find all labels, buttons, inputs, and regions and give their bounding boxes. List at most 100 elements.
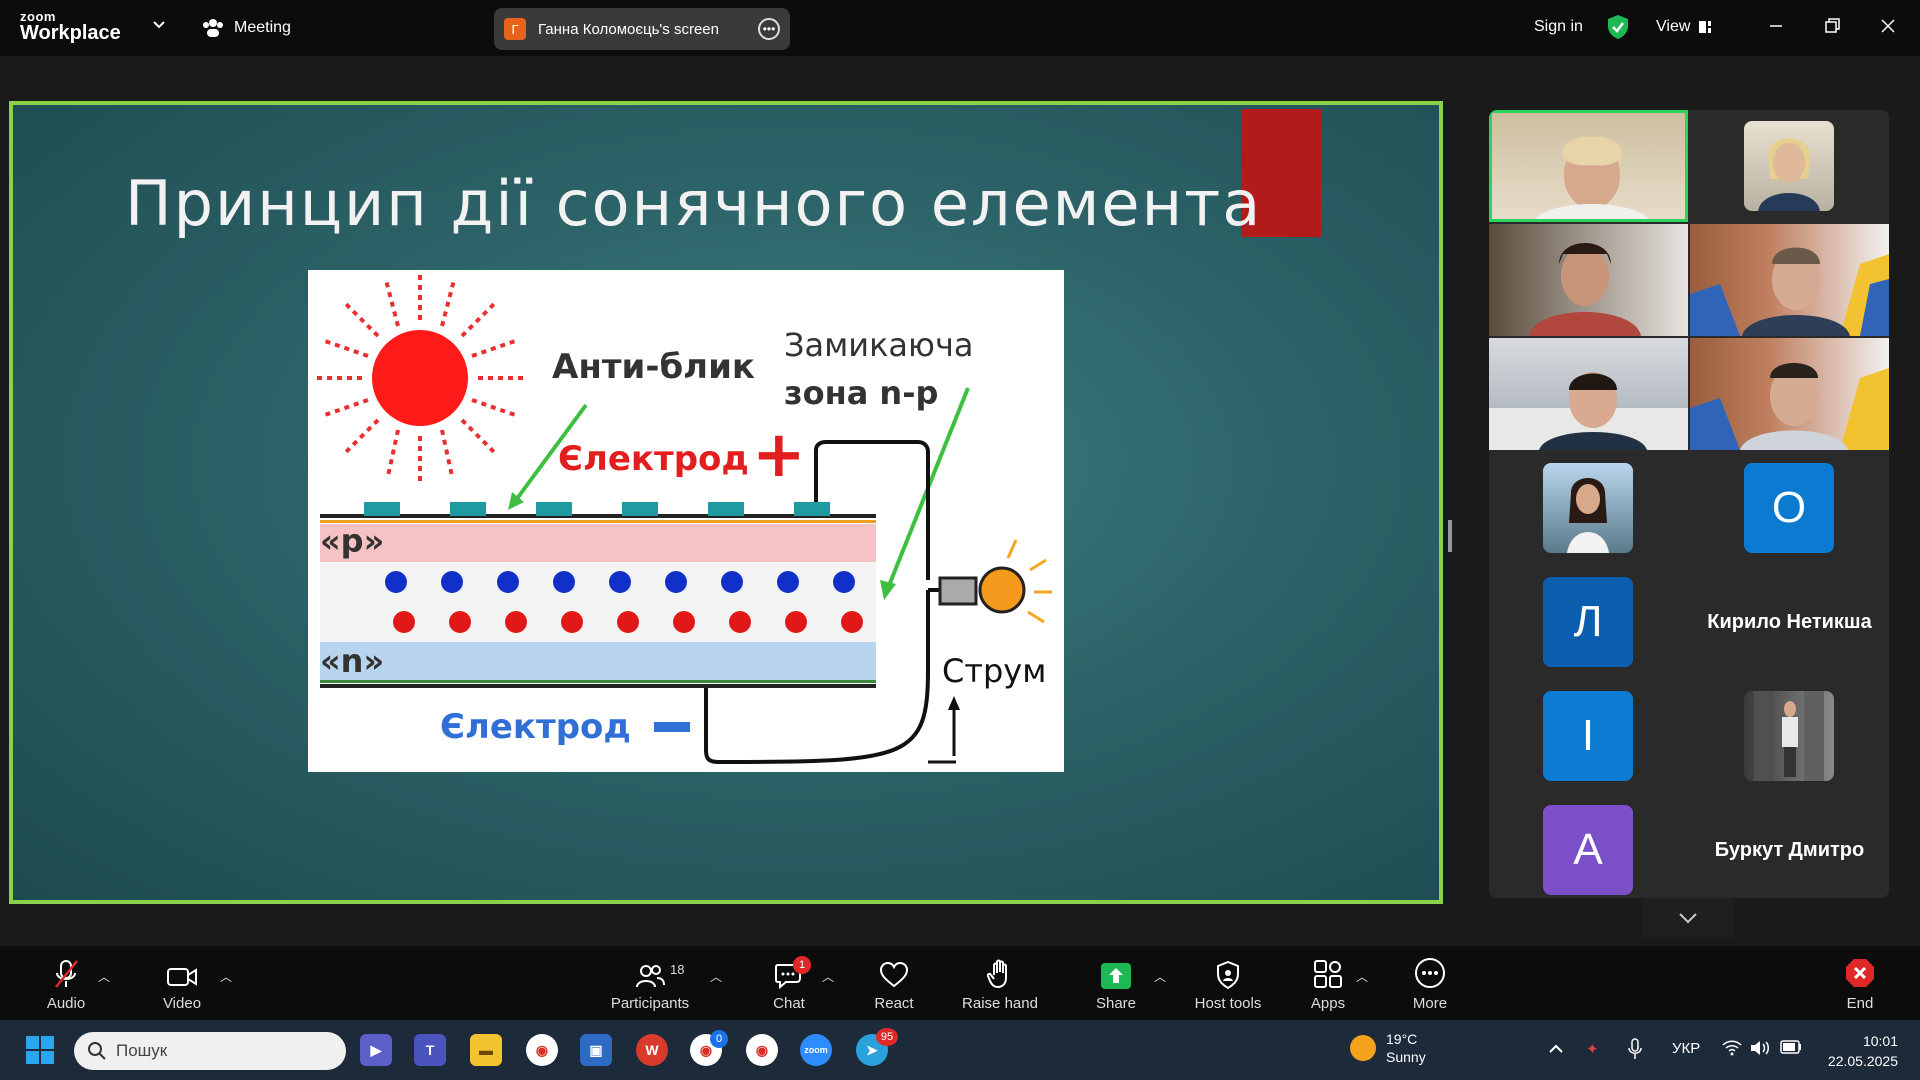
raise-hand-button[interactable]: Raise hand [956,946,1044,1020]
panel-splitter[interactable] [1448,520,1452,552]
react-button[interactable]: React [868,946,920,1020]
tray-app-icon[interactable]: ✦ [1586,1040,1599,1058]
teams-icon[interactable]: T [414,1034,446,1066]
volume-icon[interactable] [1750,1040,1770,1056]
p-layer-label: «p» [320,522,384,560]
slide-title: Принцип дії сонячного елемента [125,167,1263,240]
participant-gallery: О Л Кирило Нетикша І А Буркут Дмитро [1489,110,1889,898]
current-label: Струм [942,652,1046,690]
zoom-logo[interactable]: zoom Workplace [20,10,121,43]
end-label: End [1846,995,1874,1012]
meeting-toolbar: Audio ︿ Video ︿ Participants 18 ︿ Chat 1… [0,946,1920,1020]
view-label: View [1656,18,1691,35]
video-tile-5[interactable] [1489,338,1688,450]
electrode-plus-label: Єлектрод [558,439,749,479]
sign-in-button[interactable]: Sign in [1534,18,1583,36]
more-button[interactable]: More [1406,946,1454,1020]
solar-cell-diagram: Анти-блик Замикаюча зона n-p Єлектрод + … [308,270,1064,772]
sun-icon [314,272,526,484]
microphone-tray-icon[interactable] [1628,1038,1642,1060]
chrome-icon[interactable]: ◉ [526,1034,558,1066]
video-tile-7[interactable] [1489,452,1688,564]
share-label: Ганна Коломоєць's screen [538,20,719,38]
audio-button[interactable]: Audio [38,946,94,1020]
weather-desc: Sunny [1386,1049,1426,1066]
chevron-down-icon [1679,913,1697,924]
heart-icon [879,961,909,988]
video-tile-9[interactable]: Л [1489,566,1688,678]
participants-button[interactable]: Participants [606,946,694,1020]
apps-icon [1314,960,1342,988]
video-tile-4[interactable] [1690,224,1889,336]
more-options-icon[interactable]: ••• [758,18,780,40]
junction-label-1: Замикаюча [784,326,973,364]
chevron-down-icon[interactable] [152,18,166,32]
save-app-icon[interactable]: ▣ [580,1034,612,1066]
gallery-scroll-down[interactable] [1643,898,1733,938]
logo-bottom: Workplace [20,22,121,44]
close-icon[interactable] [1876,14,1900,38]
minimize-icon[interactable] [1764,14,1788,38]
host-shield-icon [1217,961,1239,989]
view-button[interactable]: View [1656,18,1712,36]
wps-icon[interactable]: W [636,1034,668,1066]
share-screen-icon [1101,963,1131,989]
anti-reflection-label: Анти-блик [552,347,755,387]
shared-slide: Принцип дії сонячного елемента Анти-блик… [9,101,1443,904]
weather-widget[interactable]: 19°C Sunny [1350,1030,1426,1066]
video-tile-13[interactable]: А [1489,794,1688,898]
meeting-label: Meeting [234,19,291,36]
video-tile-6[interactable] [1690,338,1889,450]
presenter-initial: Г [504,18,526,40]
battery-icon[interactable] [1780,1040,1802,1054]
participants-options-icon[interactable]: ︿ [710,968,722,985]
audio-options-icon[interactable]: ︿ [98,968,110,985]
chat-options-icon[interactable]: ︿ [822,968,834,985]
language-indicator[interactable]: УКР [1672,1040,1700,1057]
clock-time: 10:01 [1862,1033,1898,1049]
video-tile-11[interactable]: І [1489,680,1688,792]
teams-meet-icon[interactable]: ▶ [360,1034,392,1066]
participant-name-tile[interactable]: Буркут Дмитро [1690,794,1889,898]
clock-date: 22.05.2025 [1827,1052,1898,1069]
share-options-icon[interactable]: ︿ [1154,968,1166,985]
chat-label: Chat [773,995,805,1012]
video-button[interactable]: Video [154,946,210,1020]
share-button[interactable]: Share [1092,946,1140,1020]
windows-start-icon[interactable] [26,1036,54,1064]
windows-taskbar: Пошук ▶ T ▬ ◉ ▣ W ◉ 0 ◉ zoom ➤ 95 19°C S… [0,1020,1920,1080]
plus-sign: + [752,418,806,492]
apps-button[interactable]: Apps [1306,946,1350,1020]
diagram-svg: Анти-блик Замикаюча зона n-p Єлектрод + … [314,272,1052,764]
wifi-icon[interactable] [1722,1040,1742,1056]
end-meeting-button[interactable]: End [1840,946,1880,1020]
screen-share-indicator[interactable]: Г Ганна Коломоєць's screen ••• [494,8,790,50]
video-tile-active-speaker[interactable] [1489,110,1688,222]
participant-name-tile[interactable]: Кирило Нетикша [1690,566,1889,678]
zoom-taskbar-icon[interactable]: zoom [800,1034,832,1066]
n-layer-label: «n» [320,642,384,680]
chrome-profile-a-icon[interactable]: ◉ [746,1034,778,1066]
video-tile-3[interactable] [1489,224,1688,336]
meeting-menu[interactable]: Meeting [202,18,291,38]
apps-options-icon[interactable]: ︿ [1356,968,1368,985]
file-explorer-icon[interactable]: ▬ [470,1034,502,1066]
video-options-icon[interactable]: ︿ [220,968,232,985]
host-tools-label: Host tools [1194,995,1262,1012]
junction-label-2: зона n-p [784,374,938,412]
taskbar-search[interactable]: Пошук [74,1032,346,1070]
host-tools-button[interactable]: Host tools [1190,946,1266,1020]
video-tile-12[interactable] [1690,680,1889,792]
shield-check-icon[interactable] [1606,14,1630,40]
avatar: Л [1543,577,1633,667]
microphone-muted-icon [55,960,78,988]
react-label: React [874,995,914,1012]
video-tile-8[interactable]: О [1690,452,1889,564]
chevron-up-icon[interactable] [1548,1044,1564,1054]
title-bar: zoom Workplace Meeting Г Ганна Коломоєць… [0,0,1920,56]
video-tile-2[interactable] [1690,110,1889,222]
grid-view-icon [1699,21,1712,33]
sun-weather-icon [1350,1035,1376,1062]
system-clock[interactable]: 10:01 22.05.2025 [1820,1032,1898,1071]
restore-icon[interactable] [1820,14,1844,38]
